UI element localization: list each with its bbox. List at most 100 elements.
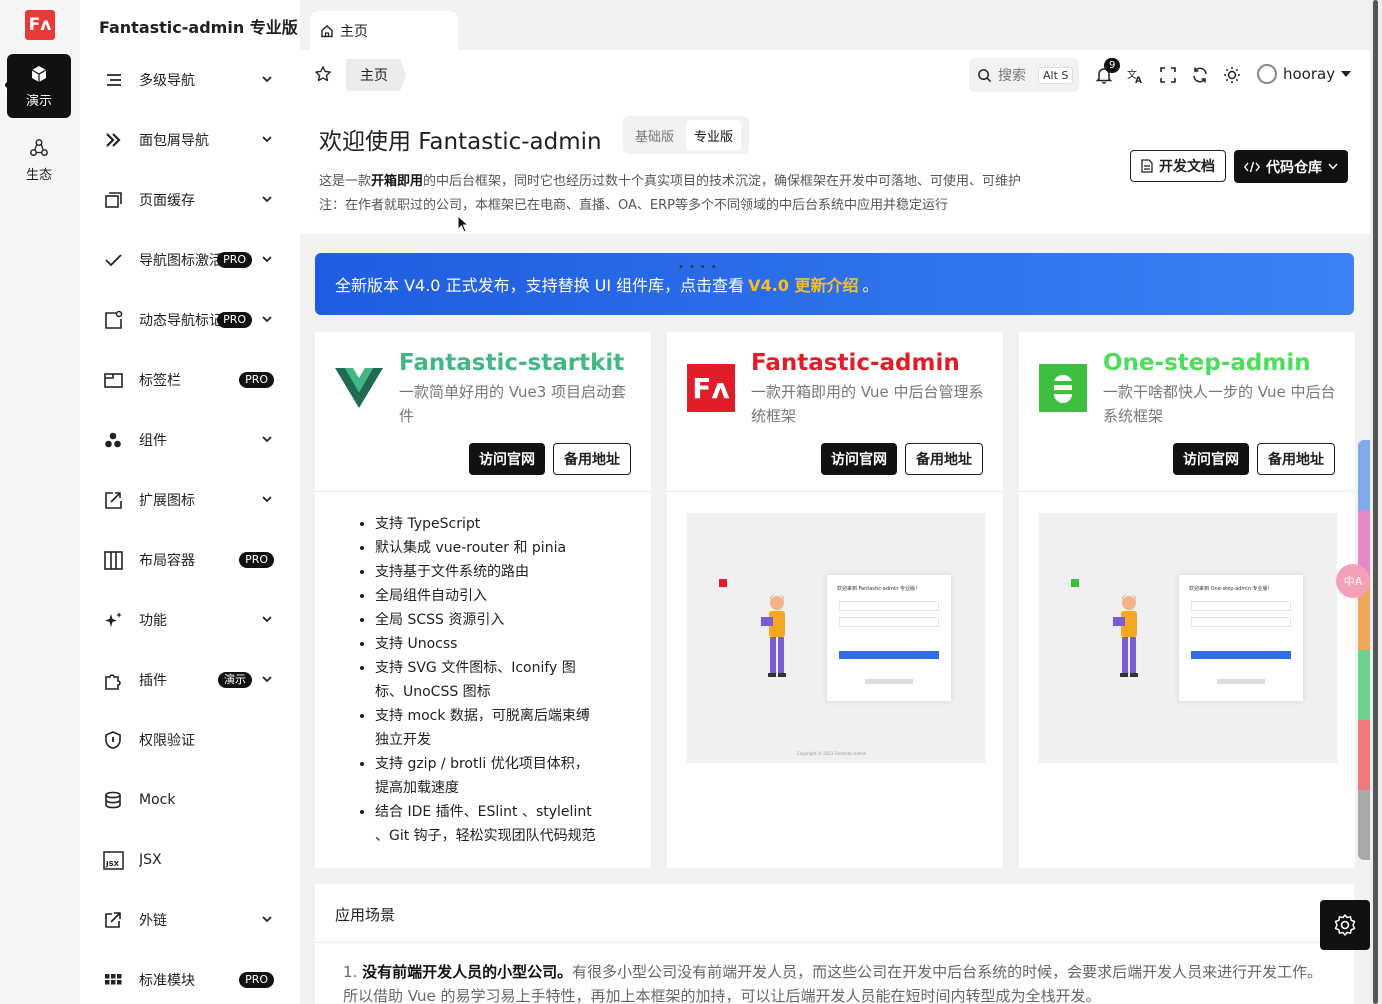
preview-screenshot[interactable]: 欢迎来到 Fantastic-admin 专业版！ Copyright © 20… [687, 513, 985, 763]
use-cases-title: 应用场景 [335, 906, 396, 924]
sidebar-item[interactable]: 组件 [102, 420, 274, 460]
sidebar-item[interactable]: JSX JSX [102, 840, 274, 880]
banner-text: 全新版本 V4.0 正式发布，支持替换 UI 组件库，点击查看 [335, 276, 745, 295]
star-icon[interactable] [314, 65, 332, 83]
search-button[interactable]: 搜索 Alt S [969, 58, 1079, 92]
grid-icon [102, 969, 124, 991]
main-nav-demo[interactable]: 演示 [7, 54, 71, 118]
main-sidebar: Fʌ 演示 生态 [0, 0, 80, 1004]
chevron-down-icon[interactable] [260, 312, 274, 326]
sidebar-item[interactable]: 动态导航标记 PRO [102, 300, 274, 340]
main-nav-ecosystem[interactable]: 生态 [7, 128, 71, 192]
mirror-site-button[interactable]: 备用地址 [905, 443, 983, 475]
scrollbar-thumb[interactable] [1373, 0, 1378, 1004]
version-pro-option[interactable]: 专业版 [686, 119, 742, 151]
sidebar-item-label: 多级导航 [139, 73, 195, 89]
visit-site-button[interactable]: 访问官网 [1173, 443, 1249, 475]
chevron-down-icon[interactable] [260, 132, 274, 146]
fullscreen-icon[interactable] [1159, 66, 1177, 84]
repo-button[interactable]: 代码仓库 [1234, 150, 1348, 183]
card-description: 一款干啥都快人一步的 Vue 中后台系统框架 [1103, 383, 1336, 425]
preview-footer: Copyright © 2023 Fantastic-admin [797, 751, 867, 756]
chevron-down-icon[interactable] [260, 252, 274, 266]
version-basic-option[interactable]: 基础版 [627, 120, 682, 151]
sidebar-item[interactable]: 功能 [102, 600, 274, 640]
chevron-down-icon[interactable] [260, 432, 274, 446]
preview-field [839, 617, 939, 627]
toolbar: 主页 搜索 Alt S 9 文A hooray [300, 50, 1370, 100]
sidebar-item-label: 组件 [139, 433, 167, 449]
shield-icon [102, 729, 124, 751]
theme-color-strip[interactable] [1358, 440, 1370, 860]
tab-home[interactable]: 主页 [310, 11, 458, 50]
sun-icon[interactable] [1223, 66, 1241, 84]
sidebar-item[interactable]: 标签栏 PRO [102, 360, 274, 400]
repo-button-label: 代码仓库 [1266, 159, 1322, 176]
feature-item: 全局 SCSS 资源引入 [375, 608, 599, 632]
use-case-heading: 没有前端开发人员的小型公司。 [362, 963, 573, 981]
sidebar-item[interactable]: 多级导航 [102, 60, 274, 100]
sidebar-item-badge: PRO [239, 552, 274, 568]
gear-icon [1334, 914, 1356, 936]
sidebar-item[interactable]: 面包屑导航 [102, 120, 274, 160]
translate-icon[interactable]: 文A [1127, 66, 1145, 84]
sidebar-item-label: 页面缓存 [139, 193, 195, 209]
preview-login-card: 欢迎来到 One-step-admin 专业版！ [1179, 575, 1303, 701]
card-description: 一款简单好用的 Vue3 项目启动套件 [399, 383, 627, 425]
jsx-icon: JSX [102, 849, 124, 871]
banner-link[interactable]: V4.0 更新介绍 [748, 272, 858, 296]
breadcrumb[interactable]: 主页 [346, 59, 406, 91]
database-icon [102, 789, 124, 811]
sidebar-item[interactable]: Mock [102, 780, 274, 820]
sidebar-item[interactable]: 标准模块 PRO [102, 960, 274, 1000]
cube-icon [29, 64, 49, 84]
chevron-down-icon[interactable] [260, 912, 274, 926]
tabs-bar: 主页 [300, 0, 1370, 50]
sidebar-item[interactable]: 布局容器 PRO [102, 540, 274, 580]
caret-down-icon [1341, 71, 1352, 77]
chevron-down-icon[interactable] [260, 672, 274, 686]
feature-item: 支持 Unocss [375, 632, 599, 656]
release-banner[interactable]: 全新版本 V4.0 正式发布，支持替换 UI 组件库，点击查看 V4.0 更新介… [315, 253, 1354, 315]
chevron-down-icon[interactable] [260, 492, 274, 506]
card-title: One-step-admin [1103, 350, 1311, 376]
mirror-site-button[interactable]: 备用地址 [1257, 443, 1335, 475]
refresh-icon[interactable] [1191, 66, 1209, 84]
chevron-down-icon[interactable] [260, 72, 274, 86]
docs-button[interactable]: 开发文档 [1130, 150, 1226, 182]
preview-title: 欢迎来到 One-step-admin 专业版！ [1189, 586, 1273, 592]
sidebar-item-label: 标签栏 [139, 373, 181, 389]
avatar [1257, 64, 1277, 84]
external-link-icon [102, 909, 124, 931]
card-title: Fantastic-startkit [399, 350, 625, 376]
code-icon [1244, 161, 1260, 172]
sidebar-item-label: 动态导航标记 [139, 313, 223, 329]
app-logo[interactable]: Fʌ [25, 10, 55, 40]
sidebar-item[interactable]: 扩展图标 [102, 480, 274, 520]
chevron-down-icon[interactable] [260, 612, 274, 626]
sidebar-item[interactable]: 权限验证 [102, 720, 274, 760]
visit-site-button[interactable]: 访问官网 [821, 443, 897, 475]
settings-button[interactable] [1320, 900, 1370, 950]
sidebar-item-label: 插件 [139, 673, 167, 689]
project-card-one-step-admin: One-step-admin 一款干啥都快人一步的 Vue 中后台系统框架 访问… [1019, 332, 1355, 868]
search-shortcut: Alt S [1038, 66, 1074, 84]
language-switch[interactable]: 中A [1336, 564, 1370, 598]
user-menu[interactable]: hooray [1257, 64, 1352, 84]
sidebar-item[interactable]: 外链 [102, 900, 274, 940]
sidebar-item-label: JSX [139, 852, 162, 868]
divider [315, 942, 1354, 943]
preview-screenshot[interactable]: 欢迎来到 One-step-admin 专业版！ [1039, 513, 1337, 763]
visit-site-button[interactable]: 访问官网 [469, 443, 545, 475]
mirror-site-button[interactable]: 备用地址 [553, 443, 631, 475]
sidebar-item[interactable]: 插件 演示 [102, 660, 274, 700]
project-card-startkit: Fantastic-startkit 一款简单好用的 Vue3 项目启动套件 访… [315, 332, 651, 868]
sidebar-item[interactable]: 导航图标激活 PRO [102, 240, 274, 280]
sidebar-item[interactable]: 页面缓存 [102, 180, 274, 220]
scrollbar[interactable] [1370, 0, 1382, 1004]
plugin-icon [102, 669, 124, 691]
feature-item: 默认集成 vue-router 和 pinia [375, 536, 599, 560]
components-icon [102, 429, 124, 451]
chevron-down-icon[interactable] [260, 192, 274, 206]
card-title: Fantastic-admin [751, 350, 960, 376]
